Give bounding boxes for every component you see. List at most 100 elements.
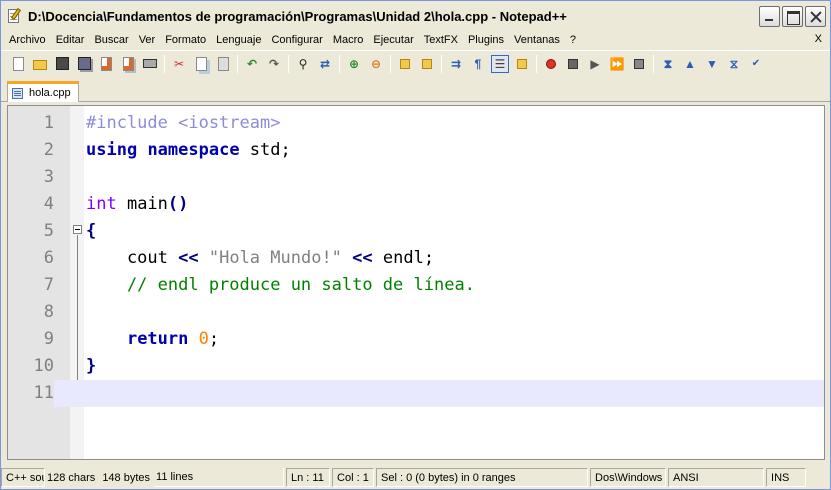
show-all-chars-icon[interactable]: ¶ xyxy=(469,55,487,73)
token-txt: cout xyxy=(86,248,179,268)
code-line[interactable]: 6 cout << "Hola Mundo!" << endl; xyxy=(8,245,824,272)
line-code: } xyxy=(86,353,96,380)
minimize-button[interactable] xyxy=(759,6,780,27)
find-icon[interactable]: ⚲ xyxy=(294,55,312,73)
macro-play-icon[interactable]: ▶ xyxy=(586,55,604,73)
macro-stop-icon[interactable] xyxy=(564,55,582,73)
toolbar: ✂ ↶ ↷ ⚲ ⇄ ⊕ ⊖ ⇉ ¶ ☰ ▶ ⏩ ⧗ ▲ ▼ ⧖ ✔ xyxy=(1,50,830,76)
line-number: 7 xyxy=(43,275,54,295)
textfx-b-icon[interactable]: ▲ xyxy=(681,55,699,73)
textfx-c-icon[interactable]: ▼ xyxy=(703,55,721,73)
zoom-out-icon[interactable]: ⊖ xyxy=(367,55,385,73)
replace-icon[interactable]: ⇄ xyxy=(316,55,334,73)
code-line[interactable]: 9 return 0; xyxy=(8,326,824,353)
menu-formato[interactable]: Formato xyxy=(160,34,211,46)
status-line: Ln : 11 xyxy=(286,468,331,487)
indent-guide-icon[interactable]: ☰ xyxy=(491,54,509,73)
status-encoding: ANSI xyxy=(668,468,765,487)
menu-ejecutar[interactable]: Ejecutar xyxy=(368,34,418,46)
code-line[interactable]: 4 int main() xyxy=(8,191,824,218)
menu-lenguaje[interactable]: Lenguaje xyxy=(211,34,266,46)
menu-textfx[interactable]: TextFX xyxy=(419,34,463,46)
close-button[interactable] xyxy=(805,6,826,27)
code-line[interactable]: 8 xyxy=(8,299,824,326)
menu-ventanas[interactable]: Ventanas xyxy=(509,34,565,46)
line-number: 6 xyxy=(43,248,54,268)
spellcheck-icon[interactable]: ✔ xyxy=(747,55,765,73)
token-op: << xyxy=(352,248,373,268)
window-title: D:\Docencia\Fundamentos de programación\… xyxy=(28,8,567,24)
close-document-button[interactable]: X xyxy=(815,33,822,45)
menu-macro[interactable]: Macro xyxy=(328,34,369,46)
undo-icon[interactable]: ↶ xyxy=(243,55,261,73)
redo-icon[interactable]: ↷ xyxy=(265,55,283,73)
macro-run-multiple-icon[interactable]: ⏩ xyxy=(608,55,626,73)
status-lines: 11 lines xyxy=(154,468,285,487)
title-bar[interactable]: D:\Docencia\Fundamentos de programación\… xyxy=(1,1,830,31)
code-line[interactable]: 5{ xyxy=(8,218,824,245)
code-editor[interactable]: 1 #include <iostream> 2 using namespace std… xyxy=(7,105,825,460)
token-pre: #include <iostream> xyxy=(86,113,281,133)
line-code: // endl produce un salto de línea. xyxy=(86,272,475,299)
token-op: << xyxy=(178,248,199,268)
notepadpp-icon[interactable] xyxy=(6,7,22,24)
macro-save-icon[interactable] xyxy=(630,55,648,73)
line-number: 10 xyxy=(33,356,54,376)
current-line[interactable]: 11 xyxy=(8,380,824,407)
menu-plugins[interactable]: Plugins xyxy=(463,34,509,46)
textfx-d-icon[interactable]: ⧖ xyxy=(725,55,743,73)
line-code: return 0; xyxy=(86,326,219,353)
menu-ver[interactable]: Ver xyxy=(134,34,161,46)
status-eol: Dos\Windows xyxy=(590,468,667,487)
token-kw: using xyxy=(86,140,138,160)
open-folder-icon[interactable] xyxy=(31,55,49,73)
status-language: C++ sou xyxy=(1,468,45,487)
notepadpp-window: D:\Docencia\Fundamentos de programación\… xyxy=(0,0,831,490)
line-code: int main() xyxy=(86,191,188,218)
status-insert-mode: INS xyxy=(766,468,807,487)
menu-buscar[interactable]: Buscar xyxy=(89,34,133,46)
tab-label: hola.cpp xyxy=(29,87,71,99)
zoom-in-icon[interactable]: ⊕ xyxy=(345,55,363,73)
sync-vertical-icon[interactable] xyxy=(396,55,414,73)
macro-record-icon[interactable] xyxy=(542,55,560,73)
line-code: #include <iostream> xyxy=(86,110,280,137)
code-line[interactable]: 3 xyxy=(8,164,824,191)
code-line[interactable]: 10} xyxy=(8,353,824,380)
sync-horizontal-icon[interactable] xyxy=(418,55,436,73)
code-line[interactable]: 2 using namespace std; xyxy=(8,137,824,164)
word-wrap-icon[interactable]: ⇉ xyxy=(447,55,465,73)
toolbar-separator xyxy=(288,54,289,73)
code-line[interactable]: 7 // endl produce un salto de línea. xyxy=(8,272,824,299)
line-code: { xyxy=(86,218,96,245)
tab-bar: hola.cpp xyxy=(1,79,830,102)
paste-icon[interactable] xyxy=(214,55,232,73)
menu-archivo[interactable]: Archivo xyxy=(1,34,51,46)
cut-icon[interactable]: ✂ xyxy=(170,55,188,73)
save-all-icon[interactable] xyxy=(75,55,93,73)
tab-hola-cpp[interactable]: hola.cpp xyxy=(7,81,79,102)
new-file-icon[interactable] xyxy=(9,55,27,73)
close-file-icon[interactable] xyxy=(97,55,115,73)
menu-configurar[interactable]: Configurar xyxy=(266,34,327,46)
print-icon[interactable] xyxy=(141,55,159,73)
toolbar-separator xyxy=(390,54,391,73)
token-txt: endl; xyxy=(372,248,435,268)
code-line[interactable]: 1 #include <iostream> xyxy=(8,110,824,137)
menu-bar: Archivo Editar Buscar Ver Formato Lengua… xyxy=(1,31,830,49)
line-number: 9 xyxy=(43,329,54,349)
close-all-icon[interactable] xyxy=(119,55,137,73)
menu-help[interactable]: ? xyxy=(565,34,581,46)
doc-map-icon[interactable] xyxy=(513,55,531,73)
code-lines: 1 #include <iostream> 2 using namespace std… xyxy=(8,110,824,407)
copy-icon[interactable] xyxy=(192,55,210,73)
maximize-button[interactable] xyxy=(782,6,803,27)
line-number: 3 xyxy=(43,167,54,187)
save-icon[interactable] xyxy=(53,55,71,73)
textfx-a-icon[interactable]: ⧗ xyxy=(659,55,677,73)
token-op: () xyxy=(167,194,189,214)
toolbar-separator xyxy=(653,54,654,73)
menu-editar[interactable]: Editar xyxy=(51,34,90,46)
status-selection: Sel : 0 (0 bytes) in 0 ranges xyxy=(376,468,589,487)
